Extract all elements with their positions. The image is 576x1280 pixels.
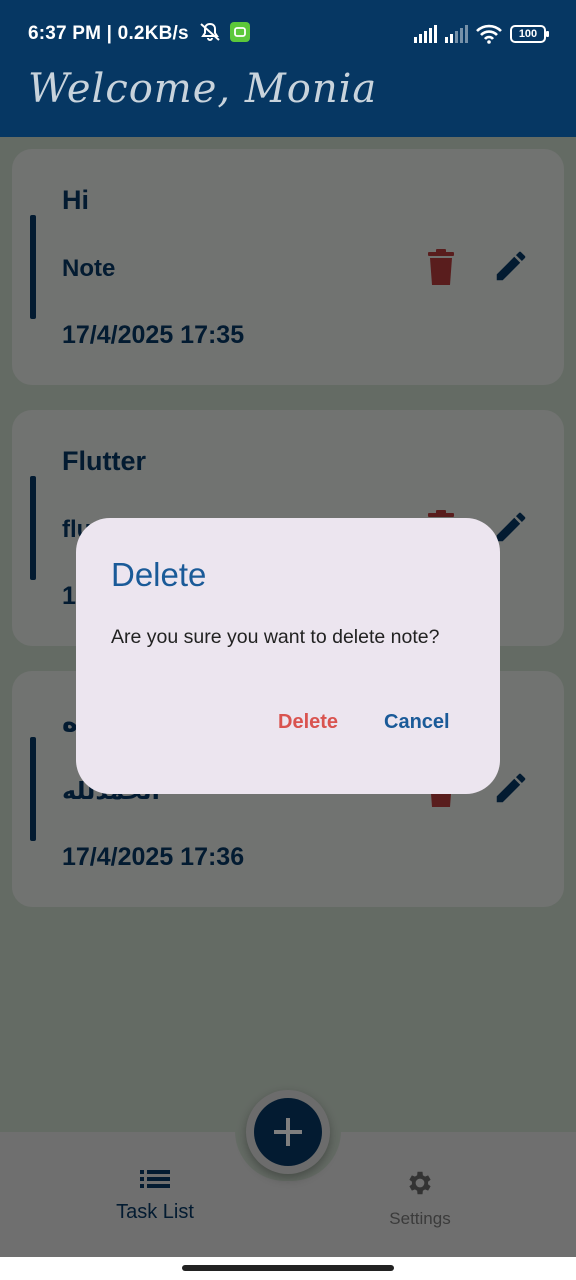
status-time: 6:37 PM | 0.2KB/s [28, 22, 250, 45]
delete-dialog: Delete Are you sure you want to delete n… [76, 518, 500, 794]
dialog-message: Are you sure you want to delete note? [111, 626, 440, 648]
status-bar: 6:37 PM | 0.2KB/s 100 [0, 0, 576, 70]
home-indicator[interactable] [182, 1265, 394, 1271]
delete-button[interactable]: Delete [278, 711, 338, 734]
page-title: Welcome, Monia [28, 66, 378, 112]
app-bar: 6:37 PM | 0.2KB/s 100 Welcome, Monia [0, 0, 576, 137]
signal-icon [414, 25, 437, 43]
app-notification-icon [229, 22, 250, 42]
battery-icon: 100 [510, 25, 549, 43]
wifi-icon [476, 24, 502, 44]
status-icons: 100 [414, 24, 549, 44]
cancel-button[interactable]: Cancel [384, 711, 450, 734]
dialog-title: Delete [111, 556, 207, 593]
mute-icon [200, 22, 220, 41]
signal-icon [445, 25, 468, 43]
